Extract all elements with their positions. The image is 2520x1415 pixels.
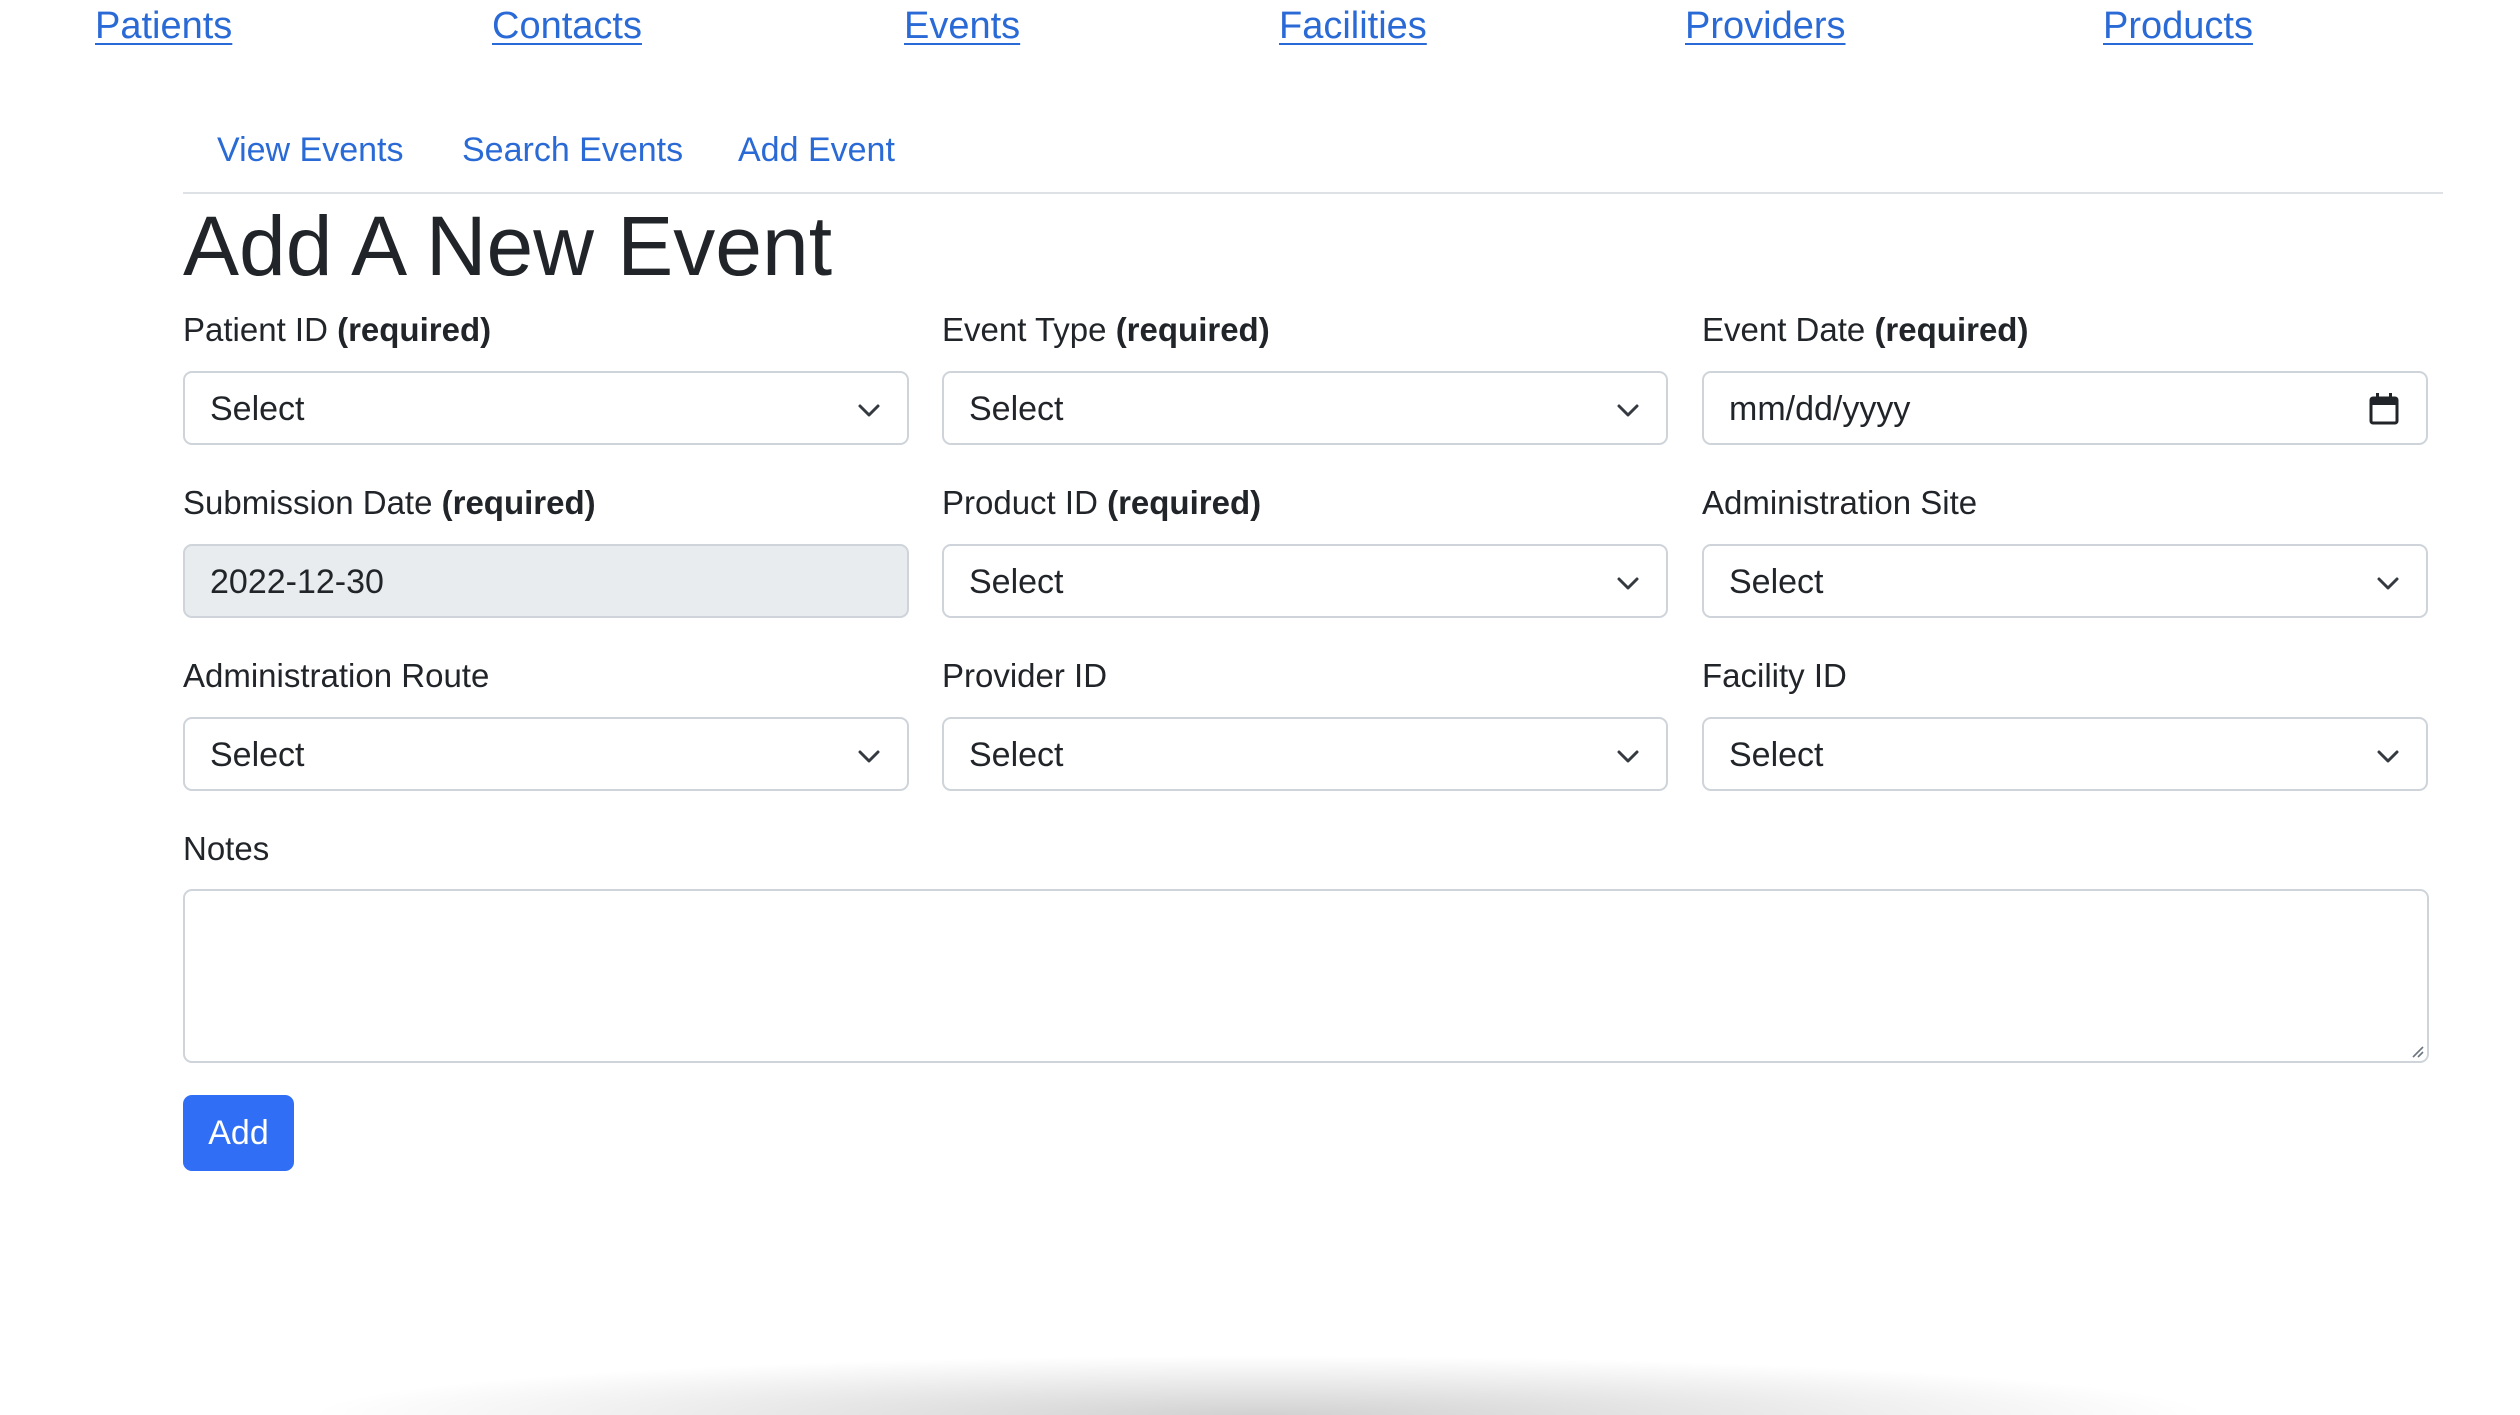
chevron-down-icon: [858, 750, 880, 763]
label-text: Product ID: [942, 484, 1098, 521]
notes-label: Notes: [183, 827, 269, 871]
chevron-down-icon: [2377, 750, 2399, 763]
required-marker: (required): [337, 311, 492, 348]
tab-view-events[interactable]: View Events: [217, 131, 403, 170]
chevron-down-icon: [1617, 404, 1639, 417]
required-marker: (required): [1874, 311, 2029, 348]
label-text: Provider ID: [942, 657, 1108, 694]
select-value: Select: [210, 736, 305, 774]
facility-id-select[interactable]: Select: [1702, 717, 2428, 791]
submission-date-field: 2022-12-30: [183, 544, 909, 618]
event-date-label: Event Date (required): [1702, 308, 2028, 352]
product-id-select[interactable]: Select: [942, 544, 1668, 618]
label-text: Patient ID: [183, 311, 328, 348]
select-value: Select: [1729, 736, 1824, 774]
submission-date-label: Submission Date (required): [183, 481, 596, 525]
calendar-icon[interactable]: [2368, 392, 2400, 426]
page-title: Add A New Event: [183, 199, 833, 293]
required-marker: (required): [1115, 311, 1270, 348]
provider-id-select[interactable]: Select: [942, 717, 1668, 791]
event-type-select[interactable]: Select: [942, 371, 1668, 445]
select-value: Select: [969, 736, 1064, 774]
administration-route-select[interactable]: Select: [183, 717, 909, 791]
chevron-down-icon: [858, 404, 880, 417]
label-text: Submission Date: [183, 484, 433, 521]
select-value: Select: [969, 390, 1064, 428]
required-marker: (required): [1107, 484, 1262, 521]
tab-add-event[interactable]: Add Event: [738, 131, 895, 170]
tab-search-events[interactable]: Search Events: [462, 131, 683, 170]
top-nav: Patients Contacts Events Facilities Prov…: [0, 0, 2520, 56]
add-button[interactable]: Add: [183, 1095, 294, 1171]
administration-route-label: Administration Route: [183, 654, 489, 698]
administration-site-select[interactable]: Select: [1702, 544, 2428, 618]
nav-link-products[interactable]: Products: [2103, 5, 2253, 48]
nav-link-facilities[interactable]: Facilities: [1279, 5, 1427, 48]
label-text: Facility ID: [1702, 657, 1847, 694]
label-text: Event Type: [942, 311, 1107, 348]
label-text: Administration Site: [1702, 484, 1978, 521]
event-date-input[interactable]: mm/dd/yyyy: [1702, 371, 2428, 445]
nav-link-events[interactable]: Events: [904, 5, 1020, 48]
chevron-down-icon: [1617, 750, 1639, 763]
nav-link-providers[interactable]: Providers: [1685, 5, 1846, 48]
required-marker: (required): [441, 484, 596, 521]
label-text: Administration Route: [183, 657, 490, 694]
resize-grip-icon[interactable]: [2408, 1042, 2424, 1058]
facility-id-label: Facility ID: [1702, 654, 1847, 698]
events-subnav: View Events Search Events Add Event: [183, 126, 2443, 194]
window-edge-shadow: [300, 1355, 2220, 1415]
label-text: Notes: [183, 830, 270, 867]
patient-id-label: Patient ID (required): [183, 308, 491, 352]
patient-id-select[interactable]: Select: [183, 371, 909, 445]
select-value: Select: [210, 390, 305, 428]
select-value: Select: [1729, 563, 1824, 601]
date-placeholder: mm/dd/yyyy: [1729, 390, 1911, 428]
product-id-label: Product ID (required): [942, 481, 1261, 525]
event-type-label: Event Type (required): [942, 308, 1270, 352]
label-text: Event Date: [1702, 311, 1866, 348]
notes-textarea[interactable]: [183, 889, 2429, 1063]
provider-id-label: Provider ID: [942, 654, 1107, 698]
select-value: Select: [969, 563, 1064, 601]
chevron-down-icon: [2377, 577, 2399, 590]
submission-date-value: 2022-12-30: [210, 563, 384, 601]
chevron-down-icon: [1617, 577, 1639, 590]
nav-link-patients[interactable]: Patients: [95, 5, 232, 48]
nav-link-contacts[interactable]: Contacts: [492, 5, 642, 48]
administration-site-label: Administration Site: [1702, 481, 1977, 525]
